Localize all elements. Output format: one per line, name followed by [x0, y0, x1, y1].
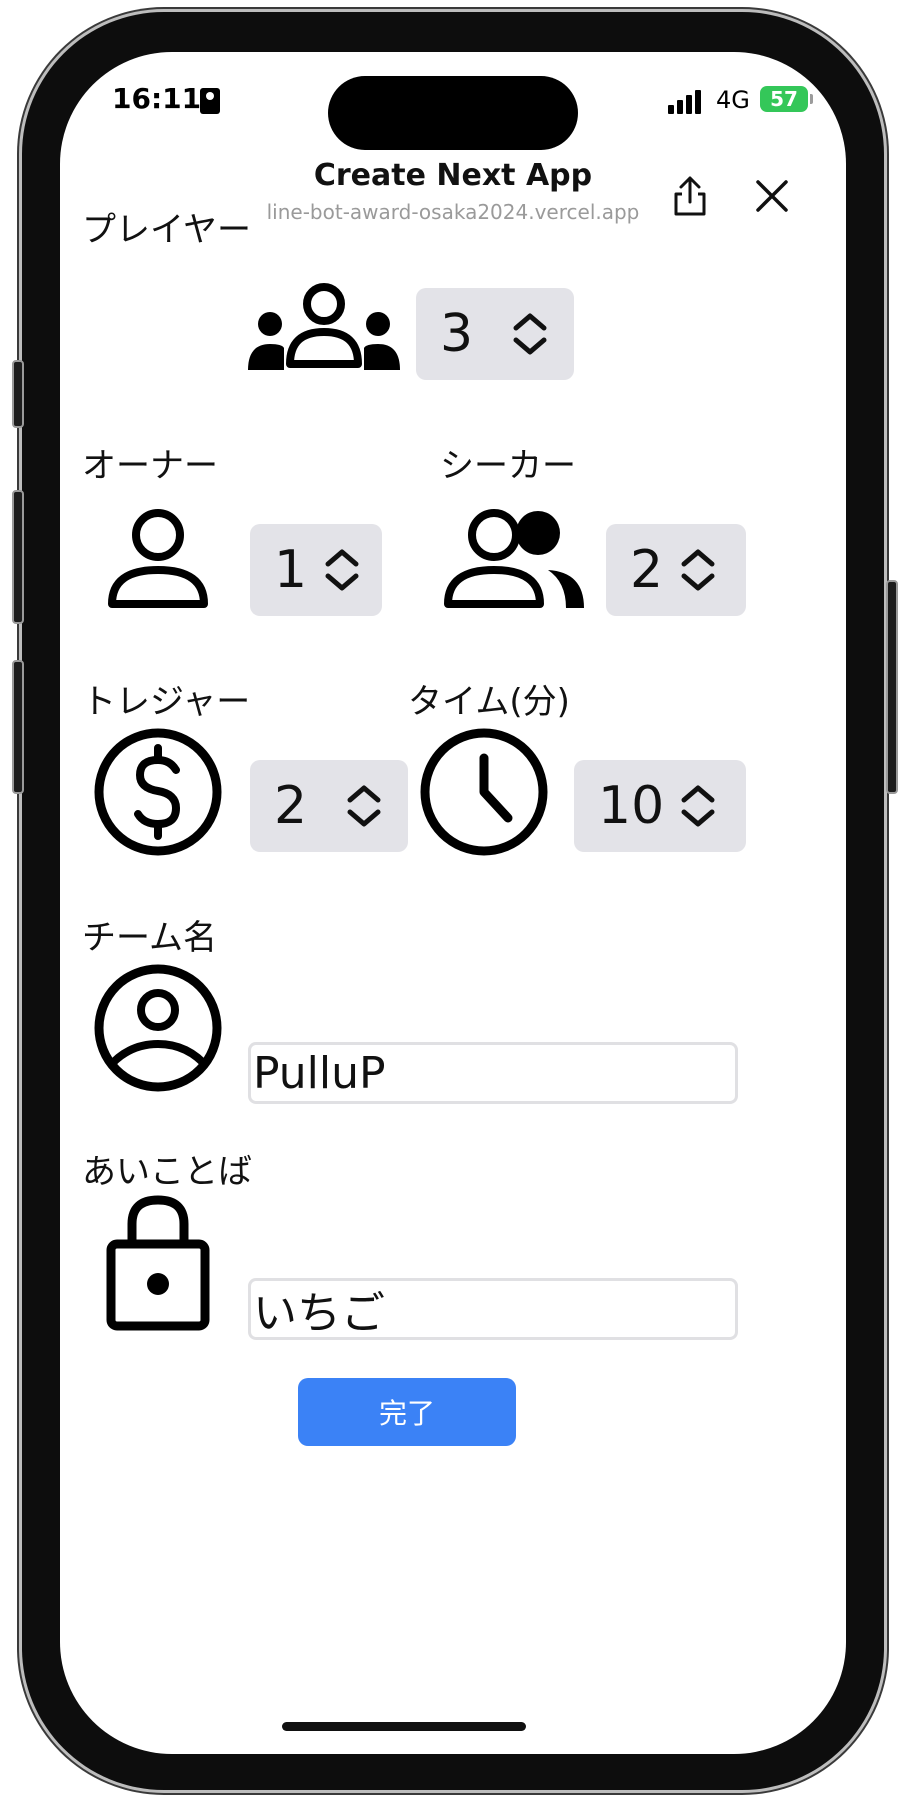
- user-icon: [108, 509, 208, 608]
- chevron-updown-icon: [678, 524, 718, 616]
- time-stepper[interactable]: 10: [574, 760, 746, 852]
- owner-value: 1: [274, 540, 308, 600]
- dynamic-island: [328, 76, 578, 150]
- owner-stepper[interactable]: 1: [250, 524, 382, 616]
- status-time: 16:11: [112, 82, 202, 115]
- volume-down-button: [12, 660, 24, 794]
- clock-icon: [420, 728, 548, 856]
- treasure-value: 2: [274, 776, 308, 836]
- contact-badge-icon: [200, 88, 220, 114]
- seeker-label: シーカー: [440, 446, 576, 486]
- time-value: 10: [598, 776, 665, 836]
- share-button[interactable]: [664, 170, 716, 222]
- players-value: 3: [440, 304, 474, 364]
- page-title: Create Next App: [313, 158, 593, 193]
- battery-icon: 57: [760, 86, 813, 112]
- share-icon: [674, 176, 706, 216]
- chevron-updown-icon: [322, 524, 362, 616]
- user-circle-icon: [94, 964, 222, 1092]
- group-icon: [248, 283, 400, 370]
- users-icon: [444, 509, 584, 608]
- team-name-input[interactable]: PulluP: [248, 1042, 738, 1104]
- home-indicator[interactable]: [282, 1722, 526, 1731]
- treasure-label: トレジャー: [82, 682, 251, 722]
- close-icon: [756, 180, 788, 212]
- screen: 16:11 4G 57 Create Next App line-bot-awa…: [60, 52, 846, 1754]
- network-type: 4G: [716, 86, 750, 114]
- action-button: [12, 360, 24, 428]
- done-button[interactable]: 完了: [298, 1378, 516, 1446]
- chevron-updown-icon: [678, 760, 718, 852]
- owner-label: オーナー: [82, 446, 218, 486]
- players-label: プレイヤー: [82, 210, 251, 250]
- time-label: タイム(分): [408, 682, 570, 722]
- players-stepper[interactable]: 3: [416, 288, 574, 380]
- power-button: [886, 580, 898, 794]
- seeker-value: 2: [630, 540, 664, 600]
- chevron-updown-icon: [344, 760, 384, 852]
- seeker-stepper[interactable]: 2: [606, 524, 746, 616]
- team-name-label: チーム名: [82, 918, 217, 958]
- volume-up-button: [12, 490, 24, 624]
- passphrase-label: あいことば: [82, 1152, 252, 1192]
- signal-icon: [668, 88, 704, 114]
- passphrase-input[interactable]: いちご: [248, 1278, 738, 1340]
- lock-icon: [106, 1195, 210, 1331]
- close-button[interactable]: [746, 170, 798, 222]
- chevron-updown-icon: [510, 288, 550, 380]
- dollar-circle-icon: [94, 728, 222, 856]
- treasure-stepper[interactable]: 2: [250, 760, 408, 852]
